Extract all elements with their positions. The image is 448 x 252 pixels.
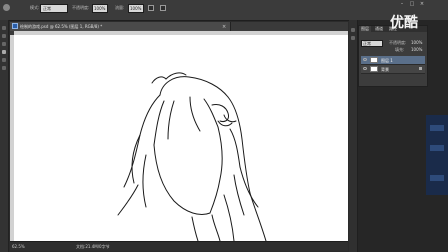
flow-value: 100% <box>130 6 142 11</box>
history-panel-icon[interactable] <box>351 28 355 32</box>
opacity-input[interactable]: 100% <box>92 4 108 13</box>
toolbox <box>0 20 9 252</box>
flow-label: 流量: <box>115 5 125 10</box>
fill-value[interactable]: 100% <box>411 47 422 52</box>
airbrush-toggle[interactable] <box>148 5 154 11</box>
layer-row[interactable]: 背景 <box>361 65 425 74</box>
flow-input[interactable]: 100% <box>128 4 144 13</box>
panel-icon-strip <box>349 20 358 252</box>
zoom-tool-icon[interactable] <box>2 66 6 70</box>
zoom-level[interactable]: 62.5% <box>12 244 25 249</box>
lasso-tool-icon[interactable] <box>2 42 6 46</box>
tab-channels[interactable]: 通道 <box>373 26 385 32</box>
line-art-drawing <box>117 72 267 241</box>
layer-opacity-label: 不透明度: <box>389 40 407 45</box>
psd-file-icon <box>12 23 18 29</box>
layer-name: 背景 <box>381 67 389 72</box>
taskbar-item[interactable] <box>430 175 444 181</box>
status-bar: 62.5% 文档:21.4M/0字节 <box>10 241 348 251</box>
close-icon[interactable]: × <box>418 2 426 7</box>
properties-panel-icon[interactable] <box>351 36 355 40</box>
mode-value: 正常 <box>43 6 51 11</box>
mode-label: 模式: <box>30 5 40 10</box>
mode-select[interactable]: 正常 <box>40 4 68 13</box>
maximize-icon[interactable]: □ <box>408 2 416 7</box>
fill-label: 填充: <box>395 47 405 52</box>
blend-mode-select[interactable]: 正常 <box>361 40 383 47</box>
tab-layers[interactable]: 图层 <box>359 26 371 32</box>
document-tab-title: 绘制的游戏.psd @ 62.5% (图层 1, RGB/8) * <box>20 24 103 29</box>
layer-opacity-value[interactable]: 100% <box>411 40 422 45</box>
brush-tool-icon[interactable] <box>2 50 6 54</box>
taskbar-item[interactable] <box>430 125 444 131</box>
lock-icon <box>419 67 422 70</box>
layers-panel: 图层 通道 路径 正常 不透明度: 100% 填充: 100% 图层 1 背景 <box>358 25 428 87</box>
layer-name: 图层 1 <box>381 58 393 63</box>
layer-thumbnail <box>370 66 378 72</box>
canvas[interactable] <box>14 35 348 241</box>
taskbar-edge <box>426 115 448 195</box>
visibility-eye-icon[interactable] <box>363 67 367 70</box>
eraser-tool-icon[interactable] <box>2 58 6 62</box>
blend-mode-value: 正常 <box>363 41 371 46</box>
brush-tool-icon[interactable] <box>3 4 10 11</box>
layer-thumbnail <box>370 57 378 63</box>
tab-close-icon[interactable]: × <box>222 24 226 30</box>
marquee-tool-icon[interactable] <box>2 34 6 38</box>
move-tool-icon[interactable] <box>2 26 6 30</box>
options-bar: 模式: 正常 不透明度: 100% 流量: 100% <box>0 0 448 21</box>
document-size-info: 文档:21.4M/0字节 <box>76 244 110 249</box>
layer-row[interactable]: 图层 1 <box>361 56 425 65</box>
taskbar-item[interactable] <box>430 145 444 151</box>
opacity-label: 不透明度: <box>72 5 90 10</box>
visibility-eye-icon[interactable] <box>363 58 367 61</box>
pressure-toggle[interactable] <box>160 5 166 11</box>
opacity-value: 100% <box>94 6 106 11</box>
minimize-icon[interactable]: – <box>398 2 406 7</box>
youku-watermark-logo: 优酷 <box>390 15 418 31</box>
